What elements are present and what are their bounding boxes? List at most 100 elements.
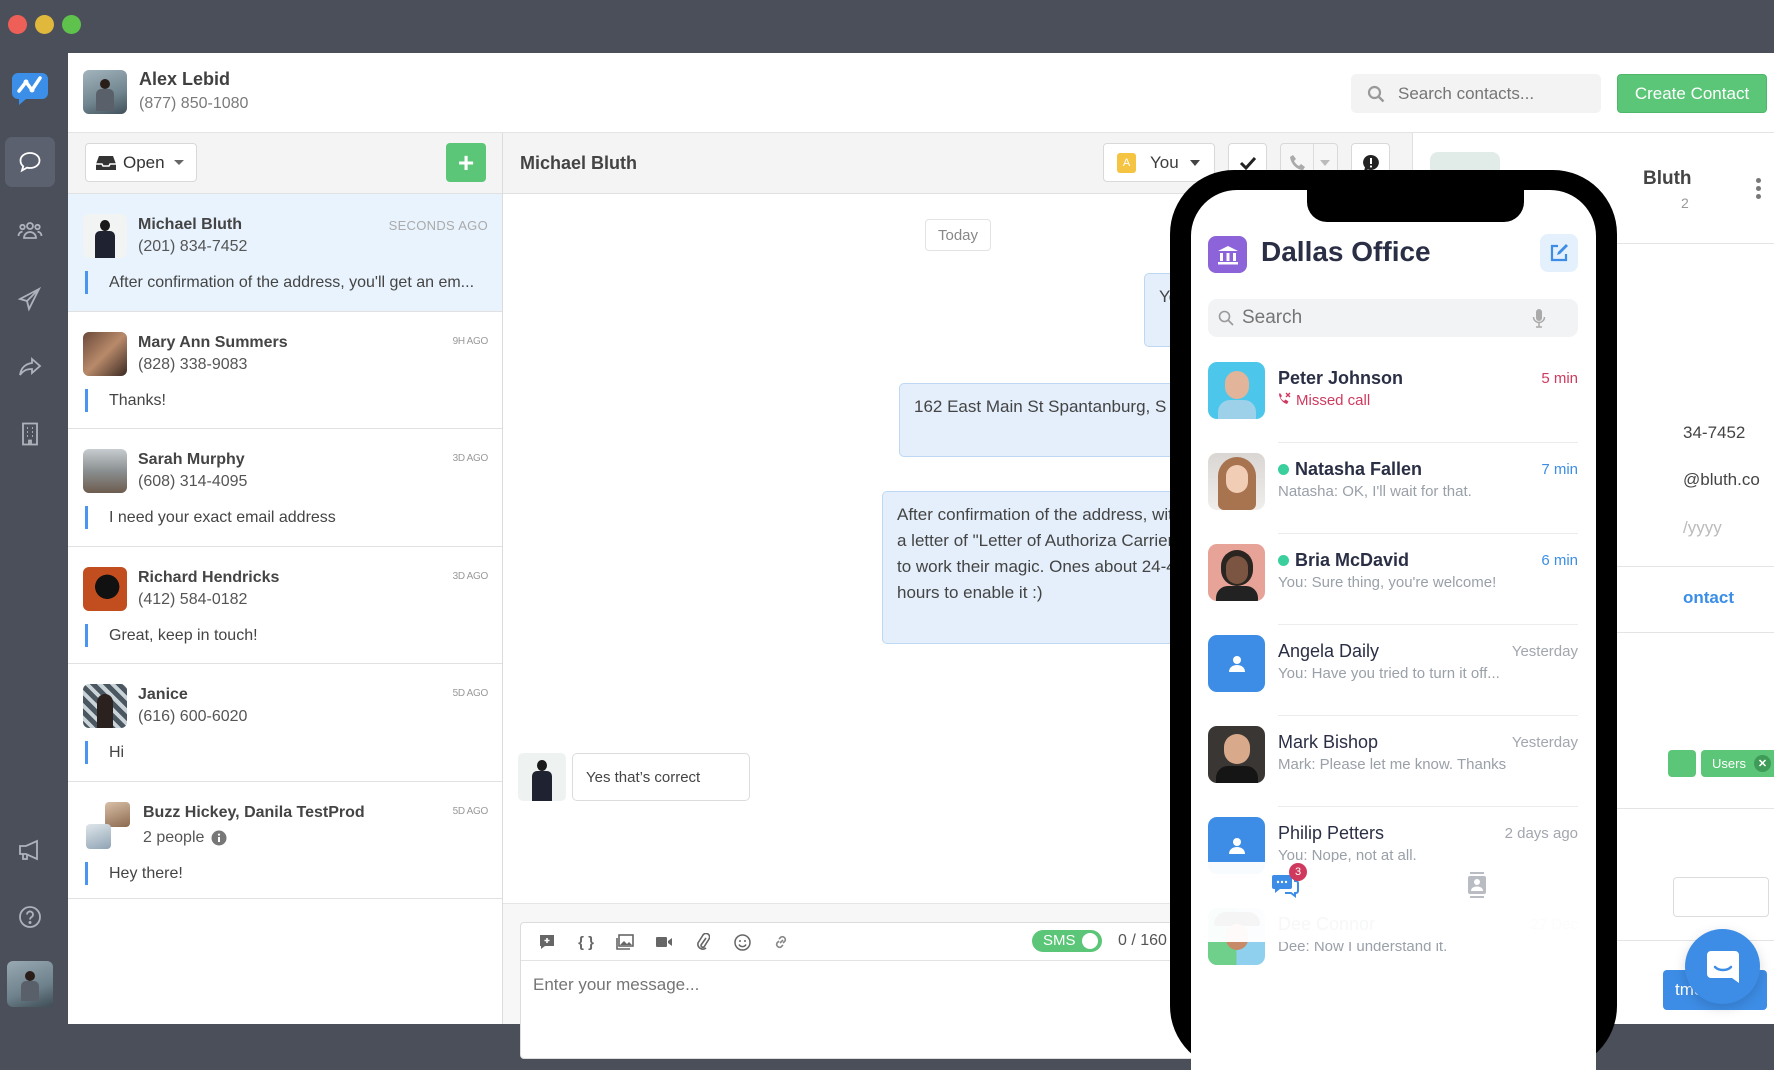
divider	[1278, 715, 1578, 716]
search-contacts[interactable]	[1351, 74, 1601, 113]
birthday-field[interactable]: /yyyy	[1683, 518, 1722, 538]
support-chat-icon	[1706, 950, 1739, 983]
close-window-button[interactable]	[8, 15, 27, 34]
divider	[1278, 624, 1578, 625]
contact-email[interactable]: @bluth.co	[1683, 470, 1760, 490]
phone-conversation-item[interactable]: Angela Daily You: Have you tried to turn…	[1208, 635, 1578, 726]
group-count: 2 people	[143, 829, 227, 847]
contact-name: Bluth	[1643, 168, 1692, 189]
contact-avatar	[1208, 453, 1265, 510]
conversation-item[interactable]: Michael Bluth (201) 834-7452 SECONDS AGO…	[68, 194, 502, 312]
account-phone: (877) 850-1080	[139, 95, 249, 112]
divider	[1278, 806, 1578, 807]
attachment-icon[interactable]	[694, 933, 712, 951]
user-placeholder-icon	[1228, 655, 1245, 672]
phone-conversation-item[interactable]: Mark Bishop Mark: Please let me know. Th…	[1208, 726, 1578, 817]
contact-name: Michael Bluth	[138, 216, 243, 233]
contact-phone: (828) 338-9083	[138, 355, 248, 373]
conversation-item[interactable]: Buzz Hickey, Danila TestProd 2 people 5D…	[68, 782, 502, 899]
divider	[1278, 533, 1578, 534]
message-input[interactable]	[533, 975, 1133, 995]
phone-conversation-item[interactable]: Natasha Fallen Natasha: OK, I'll wait fo…	[1208, 453, 1578, 544]
tag-chip[interactable]: Users ✕	[1701, 750, 1774, 777]
tab-contacts[interactable]	[1466, 872, 1488, 903]
sidebar-item-campaigns[interactable]	[5, 274, 55, 324]
conversation-time: 3D AGO	[452, 453, 489, 464]
sidebar-item-announcements[interactable]	[5, 825, 55, 875]
sidebar-item-organization[interactable]	[5, 409, 55, 459]
contact-name: Bria McDavid	[1278, 550, 1409, 571]
search-icon	[1218, 310, 1234, 326]
contact-name: Sarah Murphy	[138, 451, 245, 468]
online-indicator	[1278, 464, 1289, 475]
support-chat-button[interactable]	[1685, 929, 1760, 1004]
sidebar-item-contacts[interactable]	[5, 206, 55, 256]
sms-toggle[interactable]: SMS	[1032, 930, 1102, 952]
contact-link[interactable]: ontact	[1683, 588, 1734, 608]
phone-conversation-item[interactable]: Peter Johnson Missed call 5 min	[1208, 362, 1578, 453]
contact-name: Mark Bishop	[1278, 732, 1379, 752]
participant-avatar	[86, 823, 111, 849]
message-bubble-incoming: Yes that’s correct	[572, 753, 750, 801]
contact-name: Philip Petters	[1278, 823, 1385, 843]
compose-button[interactable]	[1540, 234, 1578, 272]
account-avatar[interactable]	[83, 70, 127, 114]
user-placeholder-icon	[1228, 837, 1245, 854]
image-icon[interactable]	[616, 933, 634, 951]
maximize-window-button[interactable]	[62, 15, 81, 34]
braces-icon[interactable]: { }	[577, 933, 595, 951]
user-avatar[interactable]	[7, 961, 53, 1007]
video-icon[interactable]	[655, 933, 673, 951]
inbox-icon	[96, 155, 116, 170]
remove-tag-icon[interactable]: ✕	[1753, 755, 1771, 772]
conversation-preview: You: Have you tried to turn it off...	[1278, 665, 1500, 682]
conversation-preview: Hey there!	[85, 861, 183, 885]
conversation-item[interactable]: Mary Ann Summers (828) 338-9083 9H AGO T…	[68, 312, 502, 429]
conversation-item[interactable]: Janice (616) 600-6020 5D AGO Hi	[68, 664, 502, 782]
assignee-dropdown[interactable]: A You	[1103, 143, 1215, 182]
info-icon[interactable]	[211, 830, 227, 846]
conversation-preview: You: Sure thing, you're welcome!	[1278, 574, 1497, 591]
contact-subtitle: 2	[1681, 195, 1689, 211]
help-circle-icon	[19, 906, 41, 928]
emoji-icon[interactable]	[733, 933, 751, 951]
sidebar-item-help[interactable]	[5, 892, 55, 942]
sidebar-item-forwarding[interactable]	[5, 342, 55, 392]
contacts-book-icon	[1468, 872, 1486, 898]
conversation-item[interactable]: Sarah Murphy (608) 314-4095 3D AGO I nee…	[68, 429, 502, 547]
search-contacts-input[interactable]	[1398, 83, 1588, 104]
tag-chip[interactable]	[1668, 750, 1696, 777]
status-filter-dropdown[interactable]: Open	[85, 143, 197, 182]
conversation-list: Open + Michael Bluth (201) 834-7452 SECO…	[68, 133, 503, 1024]
conversation-time: 2 days ago	[1504, 825, 1578, 842]
contact-phone[interactable]: 34-7452	[1683, 423, 1745, 443]
chevron-down-icon	[173, 160, 184, 165]
tab-messages[interactable]: 3	[1271, 863, 1307, 900]
top-header: Alex Lebid (877) 850-1080 Create Contact	[68, 53, 1774, 133]
create-contact-button[interactable]: Create Contact	[1617, 74, 1767, 113]
phone-conversation-item[interactable]: Bria McDavid You: Sure thing, you're wel…	[1208, 544, 1578, 635]
sidebar-rail	[0, 53, 68, 1024]
sidebar-item-conversations[interactable]	[5, 137, 55, 187]
note-icon[interactable]	[538, 933, 556, 951]
status-filter-label: Open	[123, 152, 165, 172]
app-logo-icon[interactable]	[10, 67, 50, 107]
conversation-preview: Natasha: OK, I'll wait for that.	[1278, 483, 1472, 500]
new-conversation-button[interactable]: +	[446, 143, 486, 182]
phone-notch	[1307, 190, 1524, 222]
contact-name: Angela Daily	[1278, 641, 1380, 661]
users-icon	[17, 222, 43, 239]
phone-search[interactable]	[1208, 299, 1578, 337]
minimize-window-button[interactable]	[35, 15, 54, 34]
unread-badge: 3	[1289, 863, 1307, 881]
contact-name: Richard Hendricks	[138, 568, 280, 586]
contact-note-input[interactable]	[1673, 877, 1769, 917]
online-indicator	[1278, 555, 1289, 566]
chevron-down-icon	[1319, 159, 1330, 166]
link-icon[interactable]	[772, 933, 790, 951]
conversation-preview: Great, keep in touch!	[85, 623, 258, 647]
phone-search-input[interactable]	[1242, 307, 1532, 329]
more-options-icon[interactable]	[1756, 178, 1762, 199]
microphone-icon[interactable]	[1532, 308, 1546, 328]
conversation-item[interactable]: Richard Hendricks (412) 584-0182 3D AGO …	[68, 547, 502, 664]
